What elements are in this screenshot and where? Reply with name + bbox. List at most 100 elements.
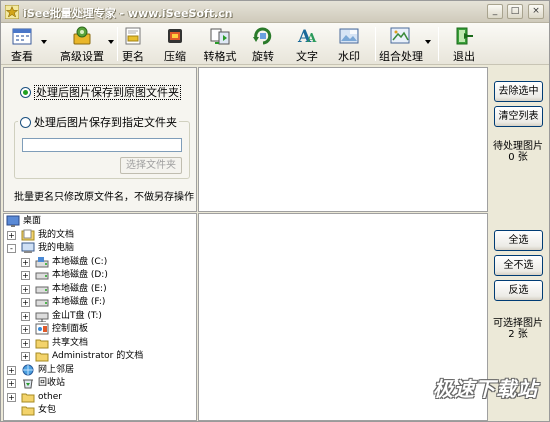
rename-icon bbox=[125, 27, 141, 45]
folder-icon bbox=[35, 339, 49, 348]
toolbar: 查看 高级设置 更名 压缩 转格式 旋转 A A 文字 水印 组合处理 退出 bbox=[1, 23, 549, 65]
remove-selected-button[interactable]: 去除选中 bbox=[494, 81, 543, 102]
toolbar-exit-button[interactable]: 退出 bbox=[450, 25, 478, 63]
rename-note-text: 批量更名只修改原文件名，不做另存操作 bbox=[14, 192, 194, 203]
my-documents-icon bbox=[21, 229, 35, 240]
recycle-bin-icon bbox=[23, 379, 33, 389]
expand-toggle-icon[interactable]: + bbox=[21, 271, 30, 280]
toolbar-separator bbox=[117, 27, 118, 61]
expand-toggle-icon[interactable]: + bbox=[21, 284, 30, 294]
expand-toggle-icon[interactable]: + bbox=[7, 392, 16, 402]
tree-node-label: 金山T盘 (T:) bbox=[52, 310, 102, 321]
tree-node-label: 本地磁盘 (F:) bbox=[52, 297, 106, 307]
folder-tree[interactable]: 桌面 + 我的文档 - 我的电脑 + 本地磁盘 (C:) + 本地磁盘 (D:) + 本地磁盘 (E… bbox=[3, 213, 197, 421]
expand-toggle-icon[interactable]: + bbox=[21, 325, 30, 334]
pending-images-list[interactable] bbox=[198, 67, 488, 212]
network-drive-icon bbox=[35, 312, 49, 322]
tree-node-label: 我的文档 bbox=[38, 229, 75, 240]
toolbar-rotate-label: 旋转 bbox=[252, 50, 274, 63]
clear-list-button[interactable]: 清空列表 bbox=[494, 106, 543, 127]
calendar-view-icon bbox=[12, 28, 32, 45]
convert-format-icon bbox=[210, 28, 230, 45]
close-button[interactable]: × bbox=[528, 4, 544, 19]
save-to-original-label: 处理后图片保存到原图文件夹 bbox=[34, 85, 181, 100]
network-icon bbox=[22, 364, 34, 375]
site-watermark: 极速下载站 bbox=[433, 377, 538, 401]
tree-node-label: 本地磁盘 (C:) bbox=[52, 256, 108, 267]
control-panel-icon bbox=[35, 323, 49, 335]
toolbar-convert-format-button[interactable]: 转格式 bbox=[202, 25, 238, 63]
tree-node-label: 控制面板 bbox=[52, 324, 89, 334]
tree-node-label: 本地磁盘 (E:) bbox=[52, 283, 107, 294]
expand-toggle-icon[interactable]: + bbox=[21, 338, 30, 348]
expand-toggle-icon[interactable]: + bbox=[21, 352, 30, 361]
expand-toggle-icon[interactable]: + bbox=[21, 257, 30, 267]
toolbar-compress-label: 压缩 bbox=[164, 50, 186, 63]
toolbar-advanced-settings-label: 高级设置 bbox=[60, 50, 104, 63]
compress-icon bbox=[168, 29, 182, 43]
tree-node-label: 网上邻居 bbox=[38, 364, 75, 375]
drive-icon bbox=[35, 272, 49, 280]
toolbar-combo-process-button[interactable]: 组合处理 bbox=[379, 25, 423, 63]
my-computer-icon bbox=[21, 242, 35, 253]
toolbar-exit-label: 退出 bbox=[453, 50, 475, 63]
radio-selected-icon[interactable] bbox=[20, 87, 31, 98]
minimize-button[interactable]: _ bbox=[487, 4, 503, 19]
folder-icon bbox=[35, 352, 49, 362]
advanced-dropdown-arrow-icon[interactable] bbox=[108, 40, 114, 44]
custom-folder-path-input[interactable] bbox=[22, 138, 182, 152]
toolbar-combo-process-label: 组合处理 bbox=[379, 50, 423, 63]
toolbar-compress-button[interactable]: 压缩 bbox=[161, 25, 189, 63]
combo-dropdown-arrow-icon[interactable] bbox=[425, 40, 431, 44]
tree-node-label: 共享文档 bbox=[52, 337, 89, 348]
pending-actions-panel: 去除选中 清空列表 待处理图片 0 张 bbox=[489, 67, 547, 212]
expand-toggle-icon[interactable]: + bbox=[21, 311, 30, 321]
watermark-icon bbox=[339, 28, 359, 44]
maximize-button[interactable]: □ bbox=[507, 4, 523, 19]
svg-text:A: A bbox=[306, 31, 317, 45]
expand-toggle-icon[interactable]: + bbox=[7, 365, 16, 375]
toolbar-convert-format-label: 转格式 bbox=[203, 50, 237, 63]
select-all-button[interactable]: 全选 bbox=[494, 230, 543, 251]
toolbar-rename-label: 更名 bbox=[122, 50, 144, 63]
toolbar-advanced-settings-button[interactable]: 高级设置 bbox=[59, 25, 105, 63]
save-to-original-radio[interactable]: 处理后图片保存到原图文件夹 bbox=[20, 84, 181, 100]
tree-node-label: 我的电脑 bbox=[38, 243, 75, 253]
toolbar-watermark-label: 水印 bbox=[338, 50, 360, 63]
select-none-button[interactable]: 全不选 bbox=[494, 255, 543, 276]
pending-images-count: 0 张 bbox=[508, 152, 528, 163]
save-to-custom-radio[interactable]: 处理后图片保存到指定文件夹 bbox=[18, 114, 179, 130]
expand-toggle-icon[interactable]: + bbox=[21, 298, 30, 307]
tree-node-label: Administrator 的文档 bbox=[52, 351, 144, 361]
desktop-icon bbox=[6, 215, 20, 227]
choose-folder-button[interactable]: 选择文件夹 bbox=[120, 157, 182, 174]
title-bar[interactable]: iSee批量处理专家 - www.iSeeSoft.cn _ □ × bbox=[1, 1, 549, 23]
drive-c-icon bbox=[35, 256, 49, 267]
save-options-panel: 处理后图片保存到原图文件夹 处理后图片保存到指定文件夹 选择文件夹 批量更名只修… bbox=[3, 67, 197, 212]
expand-toggle-icon[interactable]: + bbox=[7, 230, 16, 240]
folder-icon bbox=[21, 406, 35, 416]
view-dropdown-arrow-icon[interactable] bbox=[41, 40, 47, 44]
tree-node-label: 桌面 bbox=[23, 216, 42, 226]
toolbar-view-button[interactable]: 查看 bbox=[7, 25, 37, 63]
tree-node-label: other bbox=[38, 391, 62, 402]
text-icon: A A bbox=[297, 27, 317, 46]
app-star-icon bbox=[5, 5, 19, 19]
radio-unselected-icon[interactable] bbox=[20, 117, 31, 128]
app-window: iSee批量处理专家 - www.iSeeSoft.cn _ □ × 查看 高级… bbox=[0, 0, 550, 422]
toolbar-watermark-button[interactable]: 水印 bbox=[335, 25, 363, 63]
invert-selection-button[interactable]: 反选 bbox=[494, 280, 543, 301]
collapse-toggle-icon[interactable]: - bbox=[7, 244, 16, 253]
advanced-settings-icon bbox=[73, 26, 91, 45]
expand-toggle-icon[interactable]: + bbox=[7, 379, 16, 388]
toolbar-rename-button[interactable]: 更名 bbox=[119, 25, 147, 63]
tree-node-label: 女包 bbox=[38, 405, 57, 415]
toolbar-text-button[interactable]: A A 文字 bbox=[293, 25, 321, 63]
toolbar-text-label: 文字 bbox=[296, 50, 318, 63]
drive-icon bbox=[35, 299, 49, 307]
toolbar-rotate-button[interactable]: 旋转 bbox=[249, 25, 277, 63]
window-title: iSee批量处理专家 - www.iSeeSoft.cn bbox=[23, 7, 233, 20]
rotate-icon bbox=[253, 27, 272, 45]
toolbar-separator bbox=[438, 27, 439, 61]
drive-icon bbox=[35, 286, 49, 293]
